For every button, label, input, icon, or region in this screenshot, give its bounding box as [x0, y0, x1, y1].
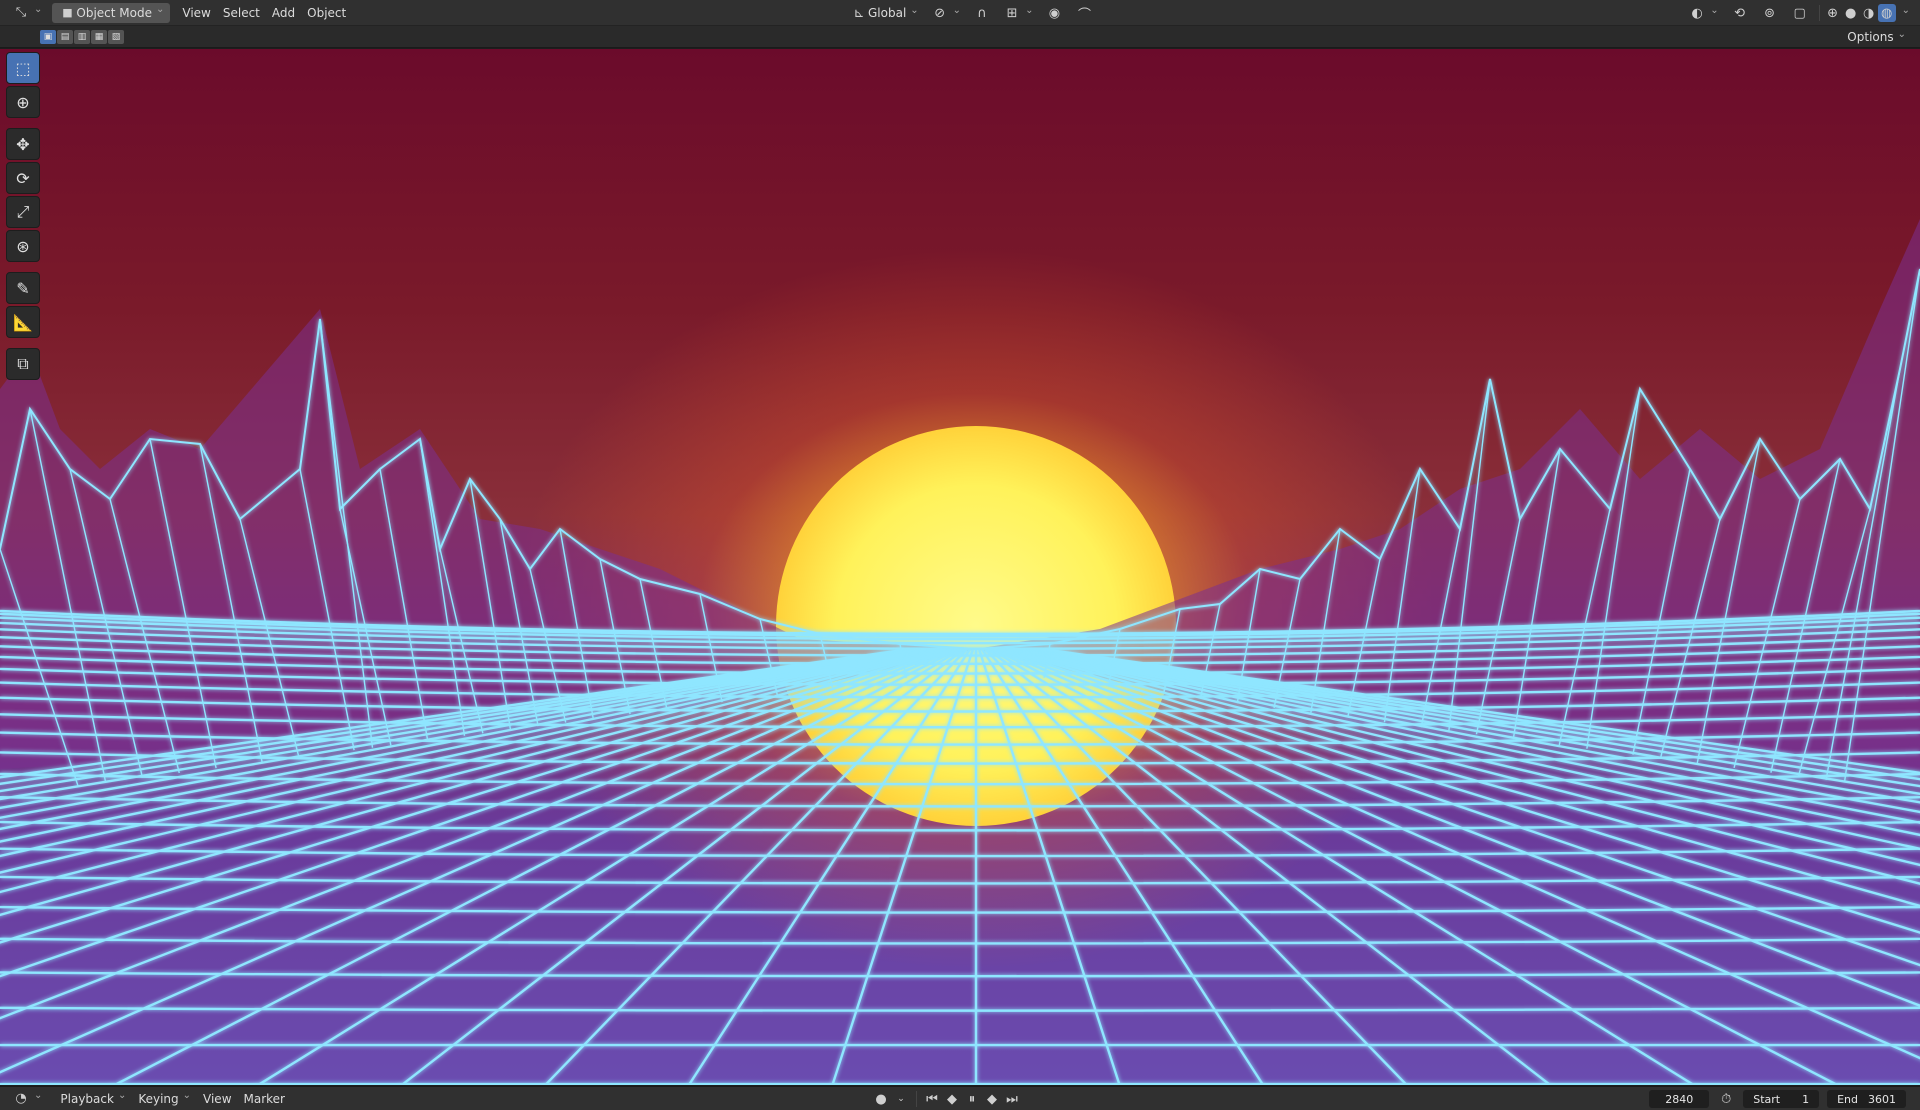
end-frame-field[interactable]: End 3601: [1827, 1090, 1906, 1108]
menu-playback[interactable]: Playback: [54, 1089, 132, 1109]
add-cube-icon[interactable]: ⧉: [6, 348, 40, 380]
orientation-icon: ⊾: [853, 5, 865, 21]
options-dropdown[interactable]: Options: [1841, 27, 1912, 47]
select-intersect-icon[interactable]: ▧: [108, 29, 124, 44]
tool-shelf: ⬚ ⊕ ✥ ⟳ ⤢ ⊛ ✎ 📐 ⧉: [6, 52, 40, 380]
select-box-icon[interactable]: ⬚: [6, 52, 40, 84]
orientation-dropdown[interactable]: ⊾ Global: [844, 3, 925, 23]
end-label: End: [1837, 1092, 1858, 1106]
pause-icon[interactable]: ⏸: [963, 1090, 981, 1108]
tool-settings-bar: ▣ ▤ ▥ ▦ ▧ Options: [0, 26, 1920, 48]
record-icon[interactable]: ●: [872, 1090, 890, 1108]
timeline-header: ◔ Playback Keying View Marker ● ⌄ ⏮ ◆ ⏸ …: [0, 1086, 1920, 1110]
start-value: 1: [1802, 1092, 1810, 1106]
frame-range: 2840 ⏱ Start 1 End 3601: [1649, 1090, 1906, 1108]
visibility-dropdown[interactable]: ◐: [1682, 3, 1724, 23]
axis-icon: ⤡: [15, 5, 27, 20]
timeline-editor-type-button[interactable]: ◔: [6, 1089, 48, 1109]
tool-gap: [6, 264, 40, 270]
snap-toggle[interactable]: ∩: [967, 3, 997, 23]
menu-object[interactable]: Object: [301, 3, 352, 23]
pivot-dropdown[interactable]: ⊘: [925, 3, 967, 23]
cursor-icon[interactable]: ⊕: [6, 86, 40, 118]
grid-line-horizontal: [0, 1082, 1920, 1085]
start-frame-field[interactable]: Start 1: [1743, 1090, 1820, 1108]
divider: [916, 1091, 917, 1107]
menu-add[interactable]: Add: [266, 3, 301, 23]
grid-line-horizontal: [0, 905, 1920, 914]
snap-target-dropdown[interactable]: ⊞: [997, 3, 1039, 23]
select-new-icon[interactable]: ▣: [40, 29, 56, 44]
shading-options-dropdown[interactable]: [1896, 3, 1912, 23]
playback-controls: ● ⌄ ⏮ ◆ ⏸ ◆ ⏭: [872, 1090, 1021, 1108]
measure-icon[interactable]: 📐: [6, 306, 40, 338]
scale-icon[interactable]: ⤢: [6, 196, 40, 228]
mode-dropdown[interactable]: ■ Object Mode: [52, 2, 171, 23]
next-keyframe-icon[interactable]: ◆: [983, 1090, 1001, 1108]
editor-type-button[interactable]: ⤡: [6, 3, 48, 23]
xray-toggle[interactable]: ▢: [1785, 3, 1815, 23]
grid-line-horizontal: [0, 937, 1920, 945]
clock-icon: ◔: [15, 1091, 27, 1106]
current-frame-field[interactable]: 2840: [1649, 1090, 1710, 1108]
viewport-header: ⤡ ■ Object Mode View Select Add Object ⊾…: [0, 0, 1920, 26]
falloff-dropdown[interactable]: ⌒: [1069, 3, 1099, 23]
proportional-edit-icon: ◉: [1048, 5, 1061, 21]
mode-label: Object Mode: [76, 5, 152, 20]
menu-marker[interactable]: Marker: [238, 1089, 291, 1109]
select-extend-icon[interactable]: ▤: [57, 29, 73, 44]
menu-view[interactable]: View: [176, 3, 216, 23]
eye-icon: ◐: [1691, 5, 1703, 21]
start-label: Start: [1753, 1092, 1781, 1106]
proportional-edit-toggle[interactable]: ◉: [1039, 3, 1069, 23]
overlay-icon: ⊚: [1764, 5, 1776, 21]
pivot-icon: ⊘: [934, 5, 946, 21]
grid-line-horizontal: [0, 1006, 1920, 1012]
menu-timeline-view[interactable]: View: [197, 1089, 237, 1109]
xray-icon: ▢: [1793, 5, 1806, 21]
falloff-curve-icon: ⌒: [1077, 7, 1091, 23]
move-icon[interactable]: ✥: [6, 128, 40, 160]
rendered-shading-icon[interactable]: ◍: [1877, 4, 1896, 22]
grid-line-horizontal: [0, 971, 1920, 978]
jump-end-icon[interactable]: ⏭: [1003, 1090, 1021, 1108]
record-dropdown-icon[interactable]: ⌄: [892, 1090, 910, 1108]
snap-increment-icon: ⊞: [1006, 5, 1018, 21]
overlay-toggle[interactable]: ⊚: [1755, 3, 1785, 23]
menu-select[interactable]: Select: [217, 3, 266, 23]
orientation-label: Global: [868, 6, 907, 20]
rotate-icon[interactable]: ⟳: [6, 162, 40, 194]
selection-mode-group: ▣ ▤ ▥ ▦ ▧: [40, 29, 124, 44]
jump-start-icon[interactable]: ⏮: [923, 1090, 941, 1108]
tool-gap: [6, 340, 40, 346]
viewport-shading-controls: ◐ ⟲ ⊚ ▢ ⊕ ● ◑ ◍: [1682, 3, 1912, 23]
transform-settings: ⊾ Global ⊘ ∩ ⊞ ◉ ⌒: [844, 3, 1099, 23]
select-invert-icon[interactable]: ▦: [91, 29, 107, 44]
prev-keyframe-icon[interactable]: ◆: [943, 1090, 961, 1108]
object-mode-icon: ■: [62, 6, 73, 19]
gizmo-toggle[interactable]: ⟲: [1725, 3, 1755, 23]
tool-gap: [6, 120, 40, 126]
solid-shading-icon[interactable]: ●: [1842, 4, 1860, 22]
stopwatch-icon[interactable]: ⏱: [1717, 1090, 1735, 1108]
select-subtract-icon[interactable]: ▥: [74, 29, 90, 44]
magnet-icon: ∩: [977, 5, 987, 21]
divider: [1818, 5, 1820, 21]
annotate-icon[interactable]: ✎: [6, 272, 40, 304]
wireframe-shading-icon[interactable]: ⊕: [1824, 4, 1842, 22]
transform-icon[interactable]: ⊛: [6, 230, 40, 262]
end-value: 3601: [1868, 1092, 1896, 1106]
material-shading-icon[interactable]: ◑: [1860, 4, 1878, 22]
gizmo-icon: ⟲: [1734, 5, 1746, 21]
3d-viewport[interactable]: [0, 49, 1920, 1085]
synthwave-render: [0, 219, 1920, 1085]
menu-keying[interactable]: Keying: [132, 1089, 197, 1109]
